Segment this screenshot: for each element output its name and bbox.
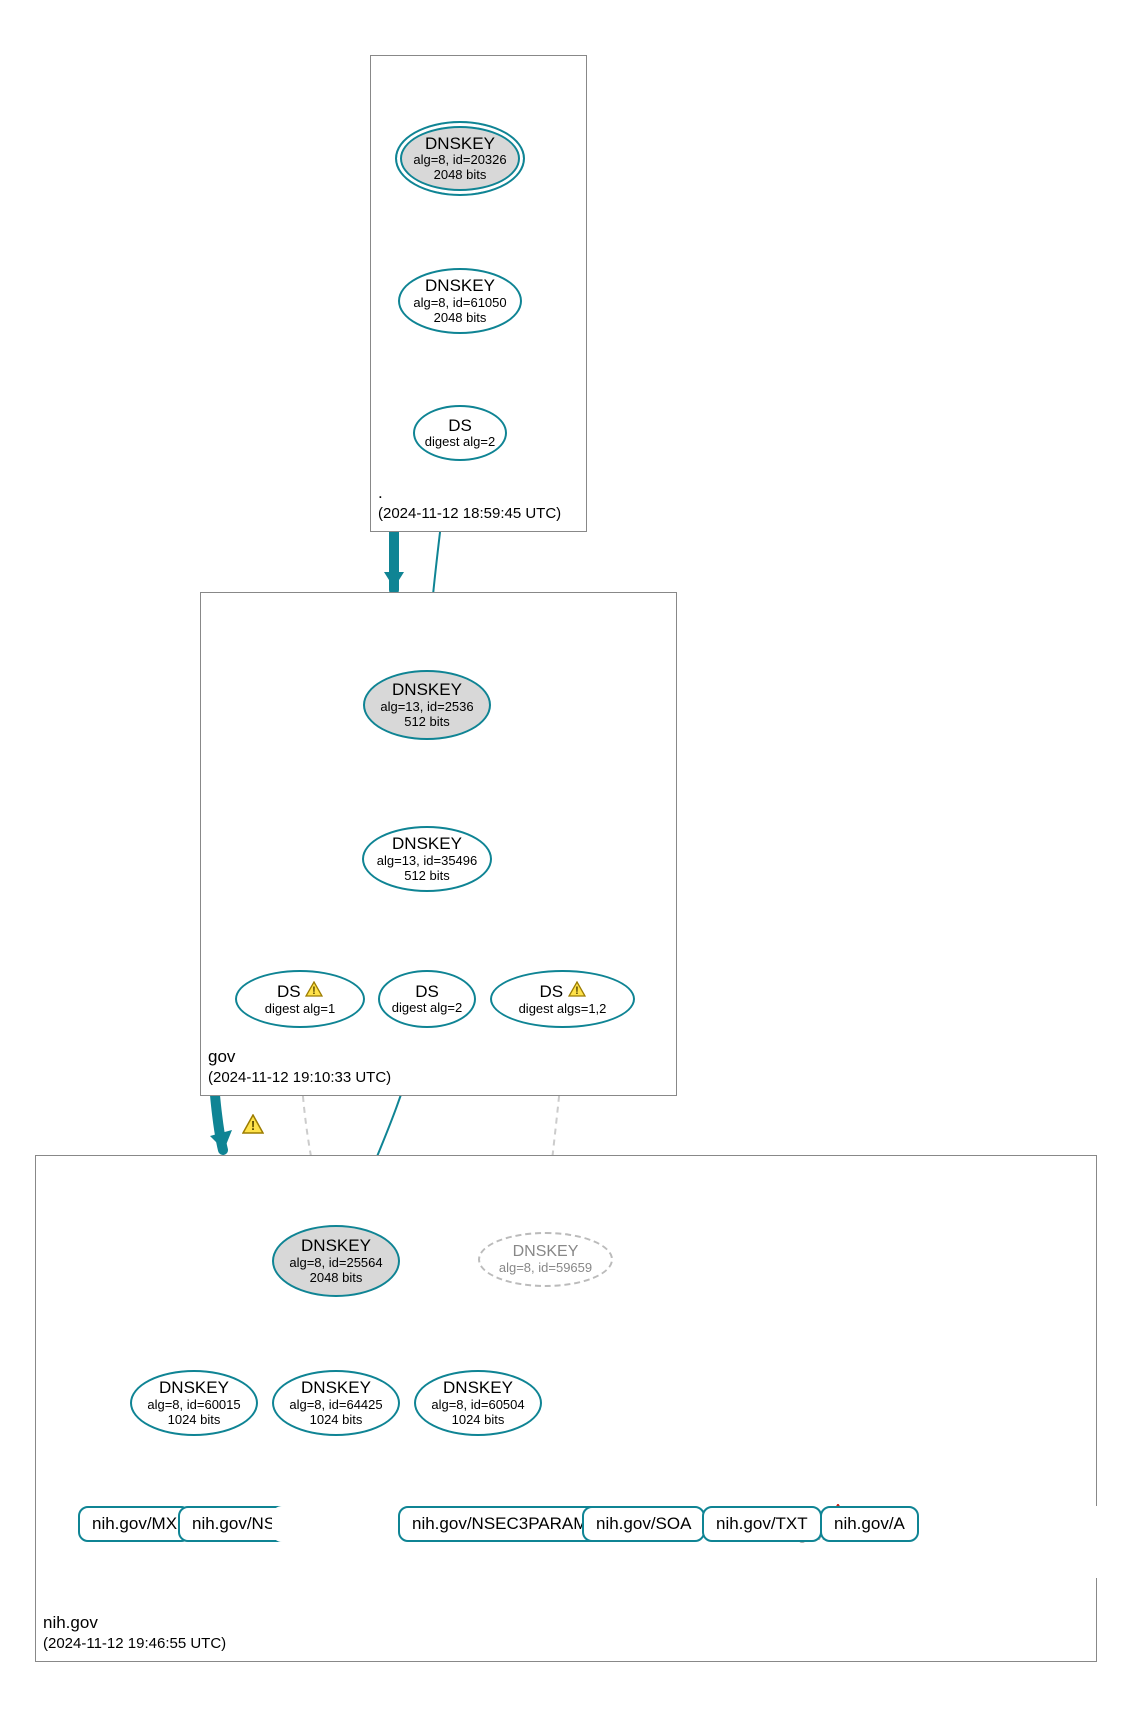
node-title: DNSKEY <box>301 1236 371 1256</box>
rrset-mx[interactable]: nih.gov/MX <box>78 1506 191 1542</box>
node-title: DNSKEY <box>392 680 462 700</box>
rrset-soa[interactable]: nih.gov/SOA <box>582 1506 705 1542</box>
node-nih-zsk1[interactable]: DNSKEY alg=8, id=60015 1024 bits <box>130 1370 258 1436</box>
node-title: DS <box>277 982 301 1001</box>
zone-root-name: . <box>378 482 561 504</box>
rrset-a[interactable]: nih.gov/A <box>820 1506 919 1542</box>
zone-gov-timestamp: (2024-11-12 19:10:33 UTC) <box>208 1068 391 1088</box>
rrset-cds-missing[interactable]: ! nih.gov/CDS <box>918 1542 1131 1578</box>
dnssec-graph: . (2024-11-12 18:59:45 UTC) DNSKEY alg=8… <box>0 0 1131 1711</box>
node-title: DNSKEY <box>159 1378 229 1398</box>
node-gov-ksk[interactable]: DNSKEY alg=13, id=2536 512 bits <box>363 670 491 740</box>
zone-nih-label: nih.gov (2024-11-12 19:46:55 UTC) <box>43 1612 226 1654</box>
node-title: DNSKEY <box>425 276 495 296</box>
node-title: DNSKEY <box>443 1378 513 1398</box>
node-line2: 1024 bits <box>168 1413 221 1428</box>
node-nih-missing-key[interactable]: DNSKEY alg=8, id=59659 <box>478 1232 613 1287</box>
rrset-nsec3param[interactable]: nih.gov/NSEC3PARAM <box>398 1506 601 1542</box>
node-title: DNSKEY <box>425 134 495 154</box>
node-line2: 512 bits <box>404 715 450 730</box>
node-root-ds[interactable]: DS digest alg=2 <box>413 405 507 461</box>
warning-icon: ! <box>568 984 586 1001</box>
node-gov-ds2[interactable]: DS digest alg=2 <box>378 970 476 1028</box>
node-nih-ksk[interactable]: DNSKEY alg=8, id=25564 2048 bits <box>272 1225 400 1297</box>
node-gov-zsk[interactable]: DNSKEY alg=13, id=35496 512 bits <box>362 826 492 892</box>
node-title: DNSKEY <box>513 1243 579 1261</box>
node-line2: 1024 bits <box>310 1413 363 1428</box>
node-line1: digest alg=1 <box>265 1002 335 1017</box>
svg-text:!: ! <box>312 985 316 997</box>
node-gov-ds12[interactable]: DS ! digest algs=1,2 <box>490 970 635 1028</box>
node-line1: alg=8, id=25564 <box>289 1256 382 1271</box>
node-line1: alg=8, id=60015 <box>147 1398 240 1413</box>
node-line1: alg=8, id=59659 <box>499 1261 592 1276</box>
node-line1: alg=8, id=20326 <box>413 153 506 168</box>
node-title: DS <box>539 982 563 1001</box>
zone-nih-timestamp: (2024-11-12 19:46:55 UTC) <box>43 1634 226 1654</box>
node-line1: alg=13, id=2536 <box>380 700 473 715</box>
node-title: DS <box>415 982 439 1002</box>
node-line1: digest algs=1,2 <box>519 1002 607 1017</box>
node-line1: alg=8, id=60504 <box>431 1398 524 1413</box>
node-line1: alg=13, id=35496 <box>377 854 477 869</box>
node-line2: 2048 bits <box>434 168 487 183</box>
zone-nih-name: nih.gov <box>43 1612 226 1634</box>
warning-icon: ! <box>305 984 323 1001</box>
node-line1: alg=8, id=64425 <box>289 1398 382 1413</box>
node-root-ksk[interactable]: DNSKEY alg=8, id=20326 2048 bits <box>395 121 525 196</box>
node-root-zsk[interactable]: DNSKEY alg=8, id=61050 2048 bits <box>398 268 522 334</box>
svg-text:!: ! <box>575 985 579 997</box>
node-title: DNSKEY <box>301 1378 371 1398</box>
node-line1: digest alg=2 <box>392 1001 462 1016</box>
node-gov-ds1[interactable]: DS ! digest alg=1 <box>235 970 365 1028</box>
node-nih-zsk2[interactable]: DNSKEY alg=8, id=64425 1024 bits <box>272 1370 400 1436</box>
node-line1: digest alg=2 <box>425 435 495 450</box>
node-nih-zsk3[interactable]: DNSKEY alg=8, id=60504 1024 bits <box>414 1370 542 1436</box>
node-line2: 1024 bits <box>452 1413 505 1428</box>
node-line2: 2048 bits <box>434 311 487 326</box>
delegation-warning-icon: ! <box>242 1114 264 1139</box>
node-line2: 512 bits <box>404 869 450 884</box>
rrset-txt[interactable]: nih.gov/TXT <box>702 1506 822 1542</box>
zone-gov-name: gov <box>208 1046 391 1068</box>
node-line1: alg=8, id=61050 <box>413 296 506 311</box>
zone-gov-label: gov (2024-11-12 19:10:33 UTC) <box>208 1046 391 1088</box>
node-title: DNSKEY <box>392 834 462 854</box>
zone-root-timestamp: (2024-11-12 18:59:45 UTC) <box>378 504 561 524</box>
node-title: DS <box>448 416 472 436</box>
node-line2: 2048 bits <box>310 1271 363 1286</box>
svg-text:!: ! <box>251 1118 255 1133</box>
zone-root-label: . (2024-11-12 18:59:45 UTC) <box>378 482 561 524</box>
